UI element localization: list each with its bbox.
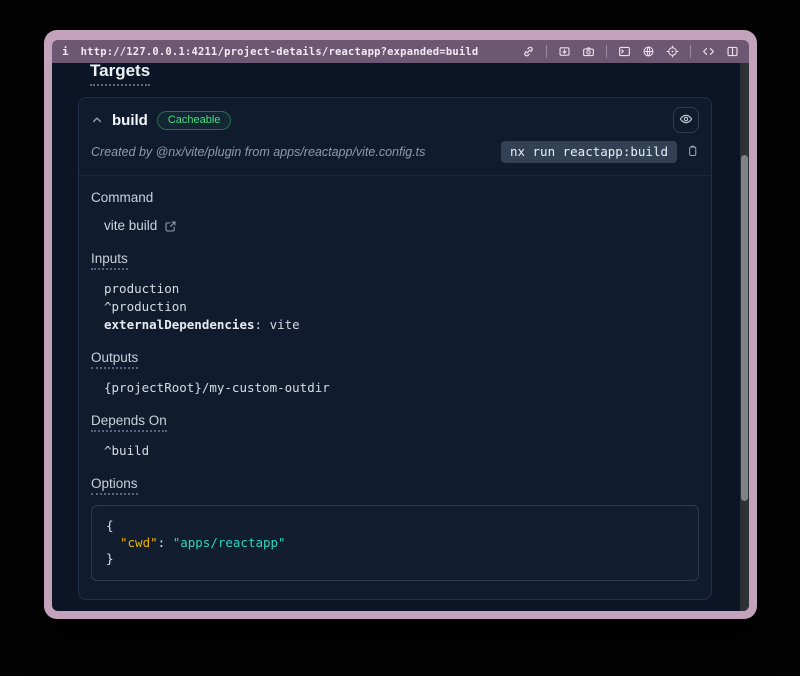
terminal-icon[interactable] — [618, 45, 631, 58]
outputs-label: Outputs — [91, 350, 138, 369]
depends-on-label: Depends On — [91, 413, 167, 432]
url-text[interactable]: http://127.0.0.1:4211/project-details/re… — [81, 46, 479, 58]
info-icon: i — [62, 45, 69, 58]
target-card-build: build Cacheable Created by @nx/vite/plug… — [78, 97, 712, 600]
build-card-header[interactable]: build Cacheable — [79, 98, 711, 138]
save-box-icon[interactable] — [558, 45, 571, 58]
project-details-page: Targets build Cacheable Created by @nx/v… — [52, 63, 749, 611]
target-name: build — [112, 112, 148, 129]
options-section: Options { "cwd": "apps/reactapp" } — [91, 475, 699, 581]
depends-on-section: Depends On ^build — [91, 412, 699, 460]
external-link-icon[interactable] — [164, 220, 177, 233]
json-line: { — [106, 518, 684, 535]
browser-toolbar: i http://127.0.0.1:4211/project-details/… — [52, 40, 749, 63]
link-icon[interactable] — [522, 45, 535, 58]
vertical-scrollbar[interactable] — [740, 63, 749, 611]
target-icon[interactable] — [666, 45, 679, 58]
build-card-subheader: Created by @nx/vite/plugin from apps/rea… — [79, 138, 711, 175]
json-value: "apps/reactapp" — [173, 535, 286, 550]
input-separator: : — [255, 317, 263, 332]
input-item: ^production — [104, 298, 699, 316]
command-label: Command — [91, 190, 153, 205]
options-label: Options — [91, 476, 138, 495]
input-item: production — [104, 280, 699, 298]
toolbar-separator — [546, 45, 547, 58]
options-json-block: { "cwd": "apps/reactapp" } — [91, 505, 699, 581]
view-graph-button[interactable] — [673, 107, 699, 133]
json-line: } — [106, 551, 684, 568]
globe-icon[interactable] — [642, 45, 655, 58]
code-icon[interactable] — [702, 45, 715, 58]
run-command-chip[interactable]: nx run reactapp:build — [501, 141, 677, 163]
toolbar-separator — [606, 45, 607, 58]
input-value: vite — [262, 317, 300, 332]
command-value-row: vite build — [104, 217, 699, 235]
copy-button[interactable] — [686, 144, 699, 161]
depends-on-item: ^build — [104, 442, 699, 460]
desktop-background: i http://127.0.0.1:4211/project-details/… — [0, 0, 800, 676]
command-section: Command vite build — [91, 189, 699, 235]
browser-window: i http://127.0.0.1:4211/project-details/… — [44, 30, 757, 619]
command-value: vite build — [104, 217, 157, 235]
toolbar-actions — [522, 45, 739, 58]
scrollbar-thumb[interactable] — [741, 155, 748, 501]
page-title: Targets — [90, 63, 150, 86]
inputs-section: Inputs production ^production externalDe… — [91, 250, 699, 334]
eye-icon — [679, 112, 693, 129]
input-item: externalDependencies: vite — [104, 316, 699, 334]
json-line: "cwd": "apps/reactapp" — [106, 535, 684, 552]
cacheable-badge: Cacheable — [157, 111, 232, 130]
created-by-text: Created by @nx/vite/plugin from apps/rea… — [91, 145, 425, 159]
toolbar-separator — [690, 45, 691, 58]
build-card-body: Command vite build Inputs production — [79, 175, 711, 599]
camera-icon[interactable] — [582, 45, 595, 58]
output-item: {projectRoot}/my-custom-outdir — [104, 379, 699, 397]
clipboard-icon — [686, 144, 699, 161]
split-view-icon[interactable] — [726, 45, 739, 58]
json-key: "cwd" — [120, 535, 158, 550]
chevron-up-icon[interactable] — [91, 114, 103, 126]
input-key: externalDependencies — [104, 317, 255, 332]
inputs-label: Inputs — [91, 251, 128, 270]
outputs-section: Outputs {projectRoot}/my-custom-outdir — [91, 349, 699, 397]
